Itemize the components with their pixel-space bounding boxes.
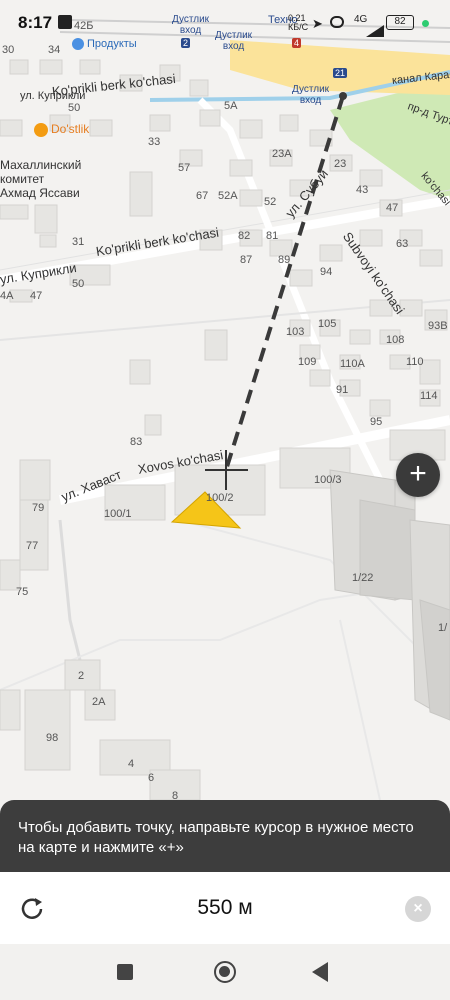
measure-bar: 550 м × — [0, 872, 450, 944]
house-number: 110А — [340, 358, 365, 370]
back-icon — [312, 962, 328, 982]
house-number: 67 — [196, 190, 209, 202]
data-speed: 0.21 КБ/С — [288, 13, 309, 32]
hint-panel: Чтобы добавить точку, направьте курсор в… — [0, 800, 450, 872]
map-view[interactable]: Продукты Do'stlik Махаллинский комитет А… — [0, 0, 450, 872]
house-number: 114 — [420, 390, 438, 402]
house-number: 75 — [16, 586, 29, 598]
recents-button[interactable] — [117, 964, 133, 980]
hint-text: Чтобы добавить точку, направьте курсор в… — [18, 819, 414, 856]
house-number: 63 — [396, 238, 409, 250]
house-number: 109 — [298, 356, 317, 368]
distance-value: 550 м — [197, 896, 253, 919]
measure-start-point — [339, 92, 347, 100]
house-number: 1/22 — [352, 572, 374, 584]
house-number: 91 — [336, 384, 349, 396]
location-icon: ➤ — [312, 16, 323, 31]
metro-line-21-badge: 21 — [333, 68, 348, 78]
signal-icon — [366, 24, 384, 37]
house-number: 47 — [30, 290, 43, 302]
house-number: 77 — [26, 540, 39, 552]
status-bar: 8:17 0.21 КБ/С ➤ 4G 82 — [0, 0, 450, 44]
back-button[interactable] — [312, 962, 334, 984]
house-number: 57 — [178, 162, 191, 174]
house-number: 100/2 — [206, 492, 234, 504]
house-number: 30 — [2, 44, 15, 56]
house-number: 2 — [78, 670, 85, 682]
house-number: 98 — [46, 732, 59, 744]
house-number: 108 — [386, 334, 405, 346]
house-number: 23 — [334, 158, 347, 170]
house-number: 89 — [278, 254, 291, 266]
house-number: 5А — [224, 100, 238, 112]
house-number: 31 — [72, 236, 85, 248]
house-number: 105 — [318, 318, 337, 330]
house-number: 110 — [406, 356, 424, 368]
clock: 8:17 — [18, 13, 53, 32]
poi-mahalla[interactable]: Махаллинский комитет Ахмад Яссави — [0, 158, 81, 200]
house-number: 82 — [238, 230, 251, 242]
house-number: 6 — [148, 772, 155, 784]
house-number: 83 — [130, 436, 143, 448]
house-number: 33 — [148, 136, 161, 148]
house-number: 50 — [72, 278, 85, 290]
home-button[interactable] — [214, 961, 236, 983]
system-nav-bar — [0, 944, 450, 1000]
house-number: 2А — [92, 696, 106, 708]
house-number: 100/3 — [314, 474, 342, 486]
house-number: 103 — [286, 326, 305, 338]
cafe-icon — [34, 122, 48, 137]
house-number: 52 — [264, 196, 277, 208]
add-point-button[interactable]: + — [396, 453, 440, 497]
house-number: 79 — [32, 502, 45, 514]
link-icon — [330, 16, 344, 28]
house-number: 43 — [356, 184, 369, 196]
metro-dustlik-vhod-3[interactable]: Дустлик вход — [292, 84, 329, 106]
poi-dostlik[interactable]: Do'stlik — [34, 122, 89, 137]
house-number: 87 — [240, 254, 253, 266]
house-number: 93В — [428, 320, 448, 332]
house-number: 4 — [128, 758, 135, 770]
house-number: 52А — [218, 190, 238, 202]
house-number: 34 — [48, 44, 61, 56]
home-icon — [219, 966, 230, 977]
house-number: 95 — [370, 416, 383, 428]
house-number: 4А — [0, 290, 14, 302]
battery-icon: 82 — [386, 15, 414, 30]
status-dot — [422, 20, 429, 27]
close-button[interactable]: × — [405, 896, 431, 922]
house-number: 100/1 — [104, 508, 132, 520]
house-number: 81 — [266, 230, 279, 242]
house-number: 1/ — [438, 622, 448, 634]
notification-icon — [58, 15, 72, 29]
house-number: 23А — [272, 148, 292, 160]
house-number: 50 — [68, 102, 81, 114]
house-number: 47 — [386, 202, 399, 214]
house-number: 94 — [320, 266, 333, 278]
